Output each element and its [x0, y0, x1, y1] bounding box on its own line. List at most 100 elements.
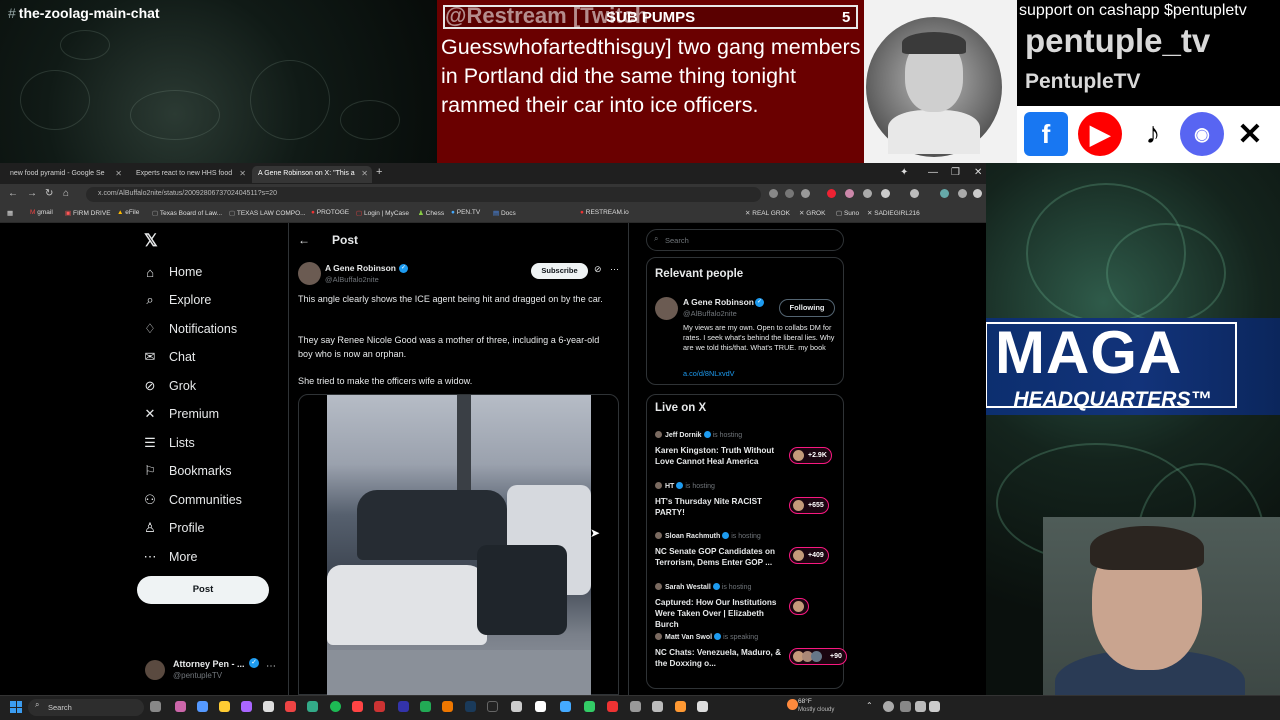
bookmark-suno[interactable]: ▢ Suno [836, 209, 859, 217]
live-listener-badge[interactable]: +655 [789, 497, 829, 514]
premiere-icon[interactable] [398, 701, 409, 712]
author-avatar[interactable] [298, 262, 321, 285]
url-input[interactable]: x.com/AlBuffalo2nite/status/200928067370… [86, 187, 761, 202]
nav-lists[interactable]: ☰ Lists [143, 432, 195, 454]
windows-start-icon[interactable] [10, 701, 22, 713]
extension-gray-icon[interactable] [863, 189, 872, 198]
nav-more[interactable]: ⋯ More [143, 546, 198, 568]
edge-icon[interactable] [307, 701, 318, 712]
weather-temp[interactable]: 68°F [798, 698, 812, 705]
download-icon[interactable] [958, 189, 967, 198]
volume-icon[interactable] [929, 701, 940, 712]
live-space-title[interactable]: Karen Kingston: Truth Without Love Canno… [655, 445, 787, 467]
nav-explore[interactable]: ⌕ Explore [143, 289, 211, 311]
close-tab-icon[interactable]: ✕ [361, 169, 368, 178]
tab-experts[interactable]: Experts react to new HHS food ✕ [130, 166, 250, 183]
puzzle-icon[interactable] [881, 189, 890, 198]
more-icon[interactable]: ⋯ [610, 264, 619, 275]
extension-red-icon[interactable] [827, 189, 836, 198]
minimize-button[interactable]: — [928, 167, 938, 178]
tab-google[interactable]: new food pyramid - Google Se ✕ [4, 166, 126, 183]
bookmark-docs[interactable]: ▤ Docs [493, 209, 516, 217]
nav-profile[interactable]: ♙ Profile [143, 517, 204, 539]
bookmark-texas-law[interactable]: ▢ TEXAS LAW COMPO... [229, 209, 306, 217]
nav-chat[interactable]: ✉ Chat [143, 346, 196, 368]
app-icon[interactable] [197, 701, 208, 712]
live-host[interactable]: Matt Van Swol is speaking [655, 633, 758, 641]
x-logo-icon[interactable]: 𝕏 [144, 231, 158, 251]
new-tab-button[interactable]: + [376, 166, 382, 178]
chrome-icon[interactable] [352, 701, 363, 712]
app-icon[interactable] [442, 701, 453, 712]
tray-icon[interactable] [900, 701, 911, 712]
star-icon[interactable] [801, 189, 810, 198]
close-tab-icon[interactable]: ✕ [115, 169, 122, 178]
subscribe-button[interactable]: Subscribe [531, 263, 588, 279]
close-tab-icon[interactable]: ✕ [239, 169, 246, 178]
nav-communities[interactable]: ⚇ Communities [143, 489, 242, 511]
bookmark-tblex[interactable]: ▢ Texas Board of Law... [152, 209, 222, 217]
bookmark-restream[interactable]: ● RESTREAM.io [580, 209, 629, 216]
bookmark-mycase[interactable]: ▢ Login | MyCase [356, 209, 409, 217]
nav-notifications[interactable]: ♢ Notifications [143, 318, 237, 340]
notepad-icon[interactable] [535, 701, 546, 712]
back-icon[interactable]: ← [8, 188, 18, 199]
tray-icon[interactable] [883, 701, 894, 712]
tab-x-post[interactable]: A Gene Robinson on X: "This a ✕ [252, 166, 372, 183]
live-host[interactable]: HT is hosting [655, 482, 715, 490]
app-icon[interactable] [584, 701, 595, 712]
bookmark-sadiegirl[interactable]: ✕ SADIEGIRL216 [867, 209, 920, 217]
relevant-person-name[interactable]: A Gene Robinson [683, 297, 754, 307]
taskbar-search[interactable]: Search [28, 699, 144, 716]
menu-icon[interactable] [973, 189, 982, 198]
app-icon[interactable] [487, 701, 498, 712]
apps-icon[interactable]: ▦ [7, 209, 13, 217]
bookmark-efile[interactable]: ▲ eFile [117, 209, 139, 216]
nav-bookmarks[interactable]: ⚐ Bookmarks [143, 460, 231, 482]
bookmark-pentv[interactable]: ● PEN.TV [451, 209, 480, 216]
app-icon[interactable] [175, 701, 186, 712]
forward-icon[interactable]: → [27, 188, 37, 199]
video-frame[interactable] [327, 395, 591, 695]
profile-avatar-icon[interactable] [940, 189, 949, 198]
account-name[interactable]: Attorney Pen - ... [173, 659, 245, 669]
back-arrow-icon[interactable]: ← [298, 233, 310, 247]
nav-home[interactable]: ⌂ Home [143, 261, 202, 283]
avatar[interactable] [145, 660, 165, 680]
cast-icon[interactable] [769, 189, 778, 198]
live-space-title[interactable]: NC Chats: Venezuela, Maduro, & the Doxxi… [655, 647, 787, 669]
app-icon[interactable] [285, 701, 296, 712]
task-view-icon[interactable] [150, 701, 161, 712]
live-listener-badge[interactable]: +90 [789, 648, 847, 665]
app-icon[interactable] [630, 701, 641, 712]
zoom-icon[interactable] [785, 189, 794, 198]
close-window-button[interactable]: ✕ [974, 167, 982, 178]
live-space-title[interactable]: NC Senate GOP Candidates on Terrorism, D… [655, 546, 787, 568]
steam-icon[interactable] [465, 701, 476, 712]
live-host[interactable]: Sloan Rachmuth is hosting [655, 532, 761, 540]
live-space-title[interactable]: Captured: How Our Institutions Were Take… [655, 597, 787, 630]
app-icon[interactable] [560, 701, 571, 712]
xbox-icon[interactable] [420, 701, 431, 712]
app-icon[interactable] [511, 701, 522, 712]
avatar[interactable] [655, 297, 678, 320]
nav-grok[interactable]: ⊘ Grok [143, 375, 197, 397]
weather-icon[interactable] [787, 699, 798, 710]
bio-link[interactable]: a.co/d/8NLxvdV [683, 369, 735, 378]
following-button[interactable]: Following [779, 299, 835, 317]
grok-icon[interactable]: ⊘ [594, 264, 602, 275]
app-icon[interactable] [652, 701, 663, 712]
reload-icon[interactable]: ↻ [45, 188, 53, 199]
bookmark-chess[interactable]: ♟ Chess [418, 209, 444, 217]
spotify-icon[interactable] [330, 701, 341, 712]
file-explorer-icon[interactable] [219, 701, 230, 712]
bookmark-real-grok[interactable]: ✕ REAL GROK [745, 209, 790, 217]
app-icon[interactable] [675, 701, 686, 712]
app-icon[interactable] [241, 701, 252, 712]
extension-pink-icon[interactable] [845, 189, 854, 198]
nav-premium[interactable]: ✕ Premium [143, 403, 219, 425]
live-listener-badge[interactable]: +409 [789, 547, 829, 564]
sidepanel-icon[interactable] [910, 189, 919, 198]
home-browser-icon[interactable]: ⌂ [63, 188, 69, 199]
author-name[interactable]: A Gene Robinson [325, 263, 396, 273]
